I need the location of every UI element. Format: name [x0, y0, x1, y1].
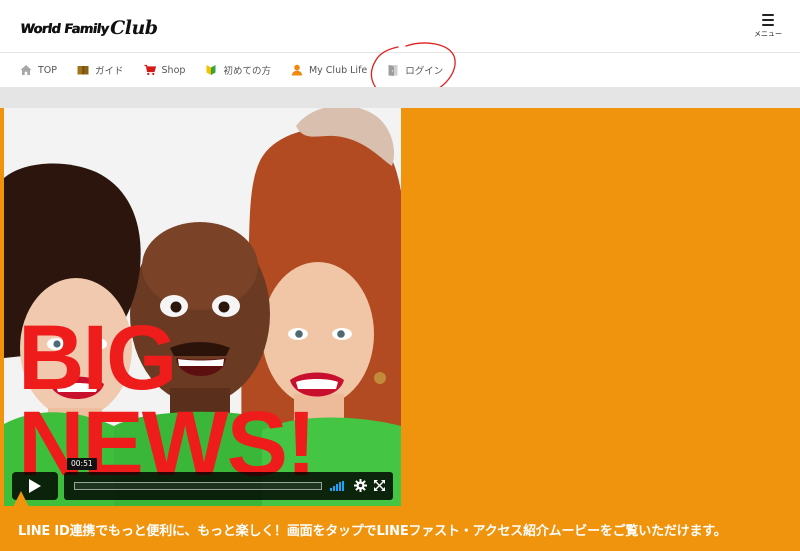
nav-item-guide[interactable]: ガイド	[77, 63, 124, 77]
big-news-headline: BIG NEWS!	[18, 307, 317, 490]
nav-item-label: TOP	[38, 64, 58, 76]
nav-item-label: My Club Life	[308, 64, 368, 76]
cart-icon	[144, 64, 156, 76]
logo-text-club: Club	[110, 17, 158, 39]
time-display: 00:51	[67, 458, 97, 470]
grey-band	[0, 87, 800, 108]
progress-bar[interactable]	[74, 482, 322, 490]
pointer-triangle-icon	[13, 491, 29, 507]
nav-item-label: ログイン	[405, 66, 444, 77]
login-door-icon	[387, 64, 399, 76]
nav-item-label: Shop	[161, 64, 186, 76]
home-icon	[20, 64, 32, 76]
nav-item-label: ガイド	[95, 66, 124, 77]
logo-text-main: World Family	[19, 22, 110, 37]
fullscreen-icon[interactable]	[373, 479, 386, 492]
hero-banner: BIG NEWS! 00:51 LINE ID連携でもっと便利に、もっと楽しく！…	[0, 108, 800, 551]
gear-icon[interactable]	[354, 479, 367, 492]
menu-label: メニュー	[754, 30, 782, 38]
hero-caption[interactable]: LINE ID連携でもっと便利に、もっと楽しく！画面をタップでLINEファスト・…	[18, 520, 727, 539]
menu-button[interactable]: メニュー	[752, 14, 784, 42]
video-controls: 00:51	[12, 458, 393, 500]
nav-item-my-club-life[interactable]: My Club Life	[291, 64, 367, 76]
hamburger-icon	[762, 14, 774, 26]
volume-icon[interactable]	[330, 481, 344, 491]
headline-line-1: BIG	[18, 307, 178, 409]
site-header: World Family Club メニュー	[0, 0, 800, 53]
book-icon	[77, 64, 89, 76]
site-logo[interactable]: World Family Club	[19, 14, 158, 39]
play-icon	[29, 479, 41, 493]
global-nav: TOP ガイド Shop 初めての方 My Club Life ログイン	[0, 53, 800, 87]
user-icon	[291, 64, 303, 76]
nav-item-beginner[interactable]: 初めての方	[205, 63, 271, 77]
video-player[interactable]: BIG NEWS! 00:51	[4, 108, 401, 506]
nav-item-label: 初めての方	[223, 66, 271, 77]
nav-item-top[interactable]: TOP	[20, 64, 57, 76]
beginner-mark-icon	[205, 64, 217, 76]
nav-item-login[interactable]: ログイン	[387, 63, 443, 77]
control-bar: 00:51	[64, 458, 393, 500]
nav-item-shop[interactable]: Shop	[144, 64, 186, 76]
